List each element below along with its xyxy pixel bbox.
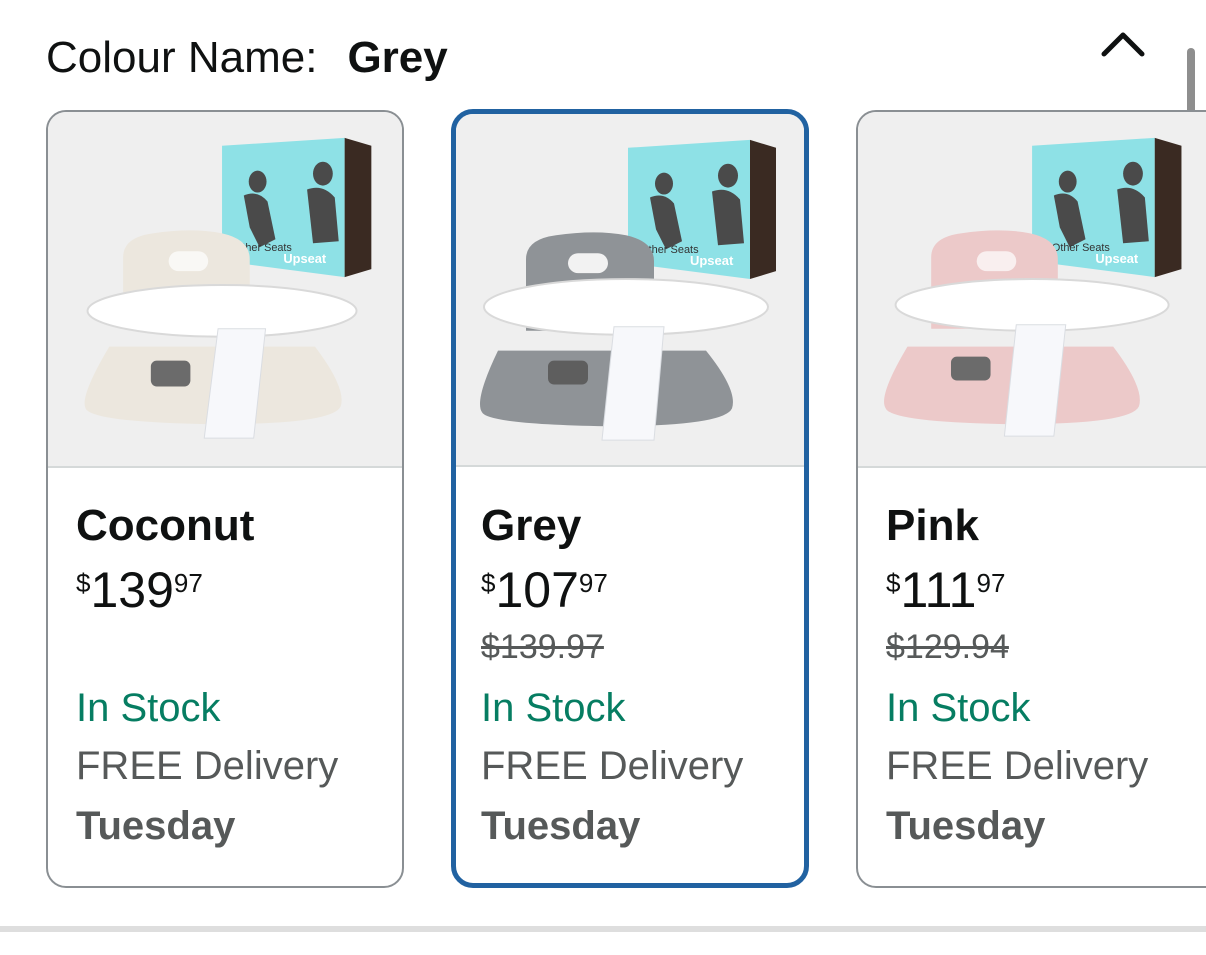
- delivery-text: FREE Delivery: [481, 744, 744, 788]
- price-whole: 107: [495, 562, 579, 618]
- product-image: Other Seats Upseat: [456, 114, 804, 467]
- price-fraction: 97: [976, 568, 1006, 598]
- colour-name-row: Colour Name: Grey: [46, 30, 448, 86]
- was-price: $129.94: [886, 628, 1009, 666]
- variant-info: Grey $ 107 97 $139.97 In Stock FREE Deli…: [481, 500, 794, 856]
- delivery-text: FREE Delivery: [886, 744, 1149, 788]
- variant-name: Pink: [886, 501, 979, 550]
- product-image: Other Seats Upseat: [858, 112, 1206, 468]
- delivery-day: Tuesday: [76, 804, 236, 848]
- variant-price: $ 139 97: [76, 562, 392, 618]
- stock-status: In Stock: [76, 686, 221, 730]
- price-fraction: 97: [578, 568, 608, 598]
- product-image: Other Seats Upseat: [48, 112, 402, 468]
- variant-info: Pink $ 111 97 $129.94 In Stock FREE Deli…: [886, 500, 1206, 856]
- stock-status: In Stock: [886, 686, 1031, 730]
- variant-card-coconut[interactable]: Other Seats Upseat Coconut $ 139 97 In S…: [46, 110, 404, 888]
- price-symbol: $: [481, 568, 496, 598]
- variant-price: $ 107 97: [481, 562, 794, 618]
- was-price: [76, 618, 392, 676]
- variant-name: Grey: [481, 501, 582, 550]
- variant-price: $ 111 97: [886, 562, 1206, 618]
- price-whole: 111: [900, 562, 977, 618]
- selected-colour-value: Grey: [347, 33, 448, 82]
- stock-status: In Stock: [481, 686, 626, 730]
- price-fraction: 97: [173, 568, 203, 598]
- price-symbol: $: [76, 568, 91, 598]
- price-whole: 139: [90, 562, 174, 618]
- delivery-day: Tuesday: [481, 804, 641, 848]
- price-symbol: $: [886, 568, 901, 598]
- was-price: $139.97: [481, 628, 604, 666]
- colour-name-label: Colour Name:: [46, 33, 318, 82]
- box-text-right: Upseat: [1095, 251, 1139, 266]
- delivery-day: Tuesday: [886, 804, 1046, 848]
- delivery-text: FREE Delivery: [76, 744, 339, 788]
- collapse-button[interactable]: [1096, 22, 1150, 64]
- box-text-right: Upseat: [283, 251, 327, 266]
- variant-info: Coconut $ 139 97 In Stock FREE Delivery …: [76, 500, 392, 856]
- box-text-right: Upseat: [690, 253, 734, 268]
- variant-name: Coconut: [76, 501, 255, 550]
- section-divider: [0, 926, 1206, 932]
- variant-card-grey[interactable]: Other Seats Upseat Grey $ 107 97 $139.97…: [451, 109, 809, 888]
- chevron-up-icon: [1101, 32, 1145, 57]
- variant-card-pink[interactable]: Other Seats Upseat Pink $ 111 97 $129.94…: [856, 110, 1206, 888]
